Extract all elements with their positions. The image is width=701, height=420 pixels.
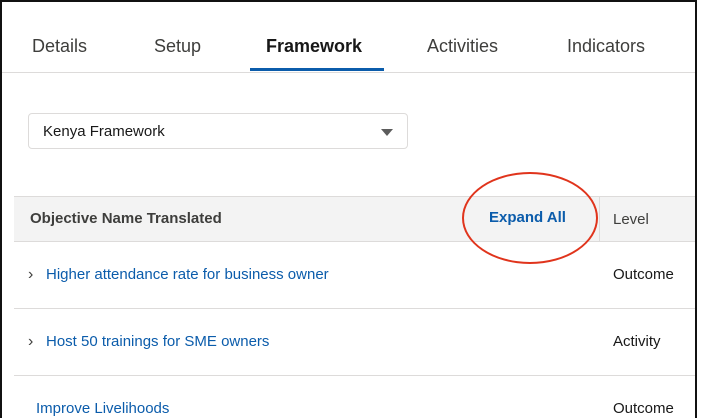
objective-level: Outcome: [613, 266, 674, 283]
tab-framework[interactable]: Framework: [266, 36, 362, 57]
tab-setup[interactable]: Setup: [154, 36, 201, 57]
tab-activities[interactable]: Activities: [427, 36, 498, 57]
framework-select-value: Kenya Framework: [43, 123, 165, 140]
chevron-right-icon[interactable]: ›: [28, 266, 33, 284]
active-tab-indicator: [250, 68, 384, 71]
column-header-level: Level: [613, 211, 649, 228]
column-divider: [599, 197, 600, 241]
tab-details[interactable]: Details: [32, 36, 87, 57]
framework-select[interactable]: Kenya Framework: [28, 113, 408, 149]
table-header: Objective Name Translated Expand All Lev…: [14, 196, 695, 242]
tab-bar: Details Setup Framework Activities Indic…: [2, 2, 695, 73]
chevron-right-icon[interactable]: ›: [28, 333, 33, 351]
objective-link[interactable]: Higher attendance rate for business owne…: [46, 266, 329, 283]
table-row: › Host 50 trainings for SME owners Activ…: [14, 309, 695, 376]
expand-all-button[interactable]: Expand All: [489, 209, 566, 226]
column-header-objective-name: Objective Name Translated: [30, 210, 222, 227]
tab-indicators[interactable]: Indicators: [567, 36, 645, 57]
chevron-down-icon: [381, 129, 393, 136]
table-row: Improve Livelihoods Outcome: [14, 376, 695, 418]
framework-panel: Details Setup Framework Activities Indic…: [0, 0, 697, 418]
objective-level: Outcome: [613, 400, 674, 417]
objectives-table: Objective Name Translated Expand All Lev…: [14, 196, 695, 418]
objective-link[interactable]: Improve Livelihoods: [36, 400, 169, 417]
objective-link[interactable]: Host 50 trainings for SME owners: [46, 333, 269, 350]
objective-level: Activity: [613, 333, 661, 350]
table-row: › Higher attendance rate for business ow…: [14, 242, 695, 309]
